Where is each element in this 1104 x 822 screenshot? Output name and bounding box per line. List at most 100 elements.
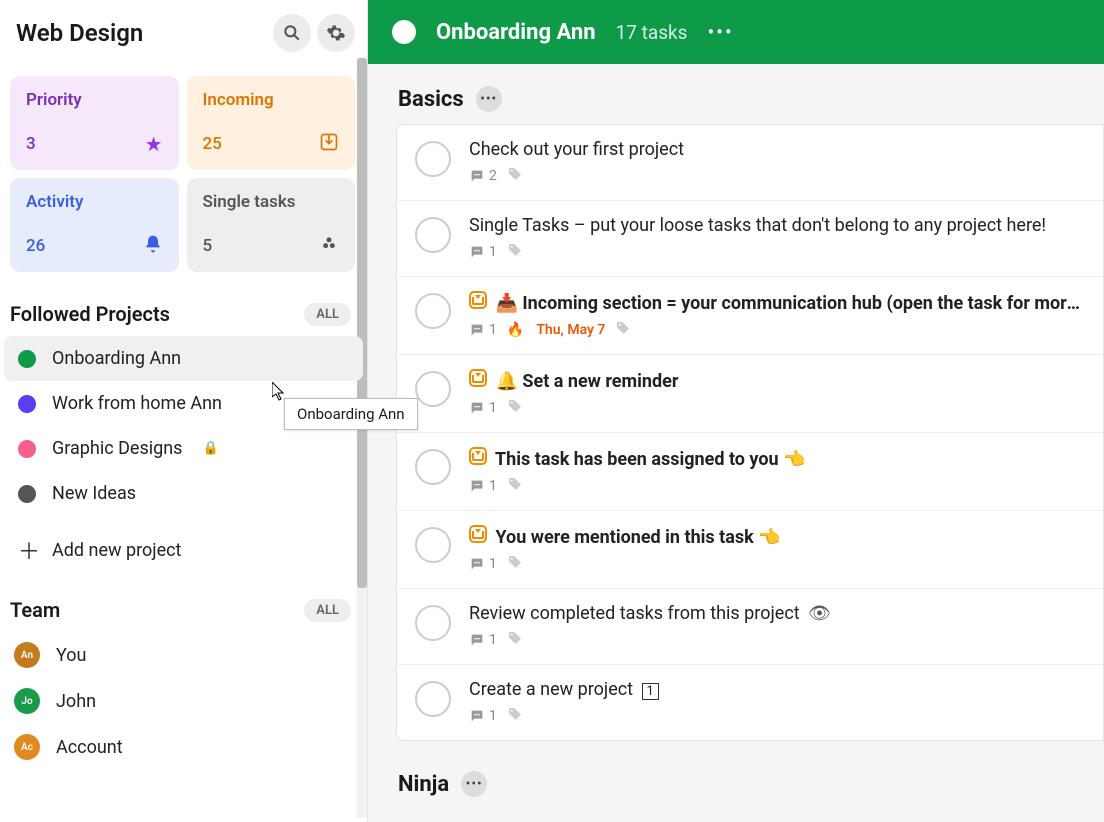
avatar: Ac [14,734,40,760]
task-row[interactable]: This task has been assigned to you 👈 1 [397,433,1103,511]
comment-count[interactable]: 1 [469,556,497,572]
group-title[interactable]: Basics [398,87,464,112]
inbox-badge-icon [469,291,487,309]
star-icon: ★ [145,132,163,156]
task-count-label: 17 tasks [616,21,688,44]
tag-icon[interactable] [507,398,523,418]
team-list: AnYou Jo John AcAccount [0,632,367,770]
task-meta: 1 [469,242,1085,262]
followed-all-pill[interactable]: ALL [304,303,351,326]
project-more-button[interactable]: ••• [707,20,733,44]
tag-icon[interactable] [507,166,523,186]
avatar: An [14,642,40,668]
followed-section-header: Followed Projects ALL [0,282,367,336]
main-header: Onboarding Ann 17 tasks ••• [368,0,1104,64]
comment-count[interactable]: 1 [469,244,497,260]
project-item[interactable]: Graphic Designs🔒 [4,426,363,471]
project-count-badge: 1 [642,683,659,700]
workspace-title[interactable]: Web Design [16,19,267,47]
search-button[interactable] [273,14,311,52]
task-checkbox[interactable] [415,681,451,717]
task-title: Create a new project 1 [469,679,1085,700]
task-checkbox[interactable] [415,141,451,177]
tag-icon[interactable] [507,476,523,496]
inbox-badge-icon [469,369,487,387]
task-title: 📥 Incoming section = your communication … [469,291,1085,314]
group-more-button[interactable]: ••• [461,771,487,797]
project-item[interactable]: New Ideas [4,471,363,516]
pointing-hand-icon: 👈 [783,449,805,470]
task-checkbox[interactable] [415,527,451,563]
priority-card[interactable]: Priority 3 ★ [10,76,179,170]
tag-icon[interactable] [507,630,523,650]
inbox-icon [319,132,339,156]
task-title: Check out your first project [469,139,1085,160]
team-member-item[interactable]: Jo John [0,678,367,724]
incoming-title: Incoming [203,90,274,110]
task-checkbox[interactable] [415,371,451,407]
task-emoji-icon: 🔔 [495,371,517,392]
avatar: Jo [14,688,40,714]
team-member-label: John [56,691,96,712]
settings-button[interactable] [317,14,355,52]
plus-icon: ＋ [18,534,36,566]
comment-count[interactable]: 1 [469,708,497,724]
task-row[interactable]: 🔔 Set a new reminder 1 [397,355,1103,433]
task-row[interactable]: Create a new project 1 1 [397,665,1103,740]
comment-count[interactable]: 1 [469,478,497,494]
gear-icon [326,23,346,43]
project-color-icon[interactable] [392,20,416,44]
team-member-item[interactable]: AnYou [0,632,367,678]
task-body: Check out your first project 2 [469,139,1085,186]
task-meta: 1 [469,630,1085,650]
tag-icon[interactable] [507,706,523,726]
singletasks-count: 5 [203,236,213,256]
comment-count[interactable]: 2 [469,168,497,184]
singletasks-title: Single tasks [203,192,296,212]
project-title[interactable]: Onboarding Ann [436,20,596,45]
task-meta: 2 [469,166,1085,186]
incoming-card[interactable]: Incoming 25 [187,76,356,170]
project-color-dot [18,485,36,503]
activity-card[interactable]: Activity 26 [10,178,179,272]
project-item[interactable]: Onboarding Ann [4,336,363,381]
task-row[interactable]: You were mentioned in this task 👈 1 [397,511,1103,589]
comment-count[interactable]: 1 [469,322,497,338]
project-color-dot [18,395,36,413]
eye-icon: 👁 [808,603,831,624]
task-checkbox[interactable] [415,449,451,485]
group-title[interactable]: Ninja [398,772,449,797]
comment-count[interactable]: 1 [469,632,497,648]
task-body: Create a new project 1 1 [469,679,1085,726]
team-section-header: Team ALL [0,578,367,632]
task-title: You were mentioned in this task 👈 [469,525,1085,548]
tag-icon[interactable] [507,554,523,574]
priority-count: 3 [26,134,36,154]
priority-title: Priority [26,90,82,110]
lock-icon: 🔒 [202,441,218,456]
task-group-header: Ninja ••• [396,771,1104,797]
singletasks-card[interactable]: Single tasks 5 [187,178,356,272]
task-checkbox[interactable] [415,605,451,641]
project-label: New Ideas [52,483,136,504]
task-body: 🔔 Set a new reminder 1 [469,369,1085,418]
task-row[interactable]: Check out your first project 2 [397,125,1103,201]
add-project-button[interactable]: ＋ Add new project [4,522,363,578]
task-row[interactable]: Review completed tasks from this project… [397,589,1103,665]
main-body[interactable]: Basics ••• Check out your first project 2 S… [368,64,1104,822]
task-checkbox[interactable] [415,217,451,253]
task-row[interactable]: 📥 Incoming section = your communication … [397,277,1103,355]
group-more-button[interactable]: ••• [476,86,502,112]
comment-count[interactable]: 1 [469,400,497,416]
team-all-pill[interactable]: ALL [304,599,351,622]
task-checkbox[interactable] [415,293,451,329]
tag-icon[interactable] [507,242,523,262]
tag-icon[interactable] [615,320,631,340]
due-date[interactable]: Thu, May 7 [536,322,605,338]
task-meta: 1 [469,398,1085,418]
task-row[interactable]: Single Tasks – put your loose tasks that… [397,201,1103,277]
team-member-item[interactable]: AcAccount [0,724,367,770]
task-meta: 1🔥Thu, May 7 [469,320,1085,340]
hover-tooltip: Onboarding Ann [284,398,418,430]
activity-count: 26 [26,236,45,256]
